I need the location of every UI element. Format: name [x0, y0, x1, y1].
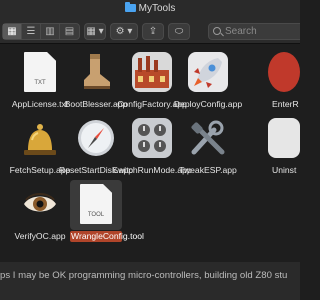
tag-button[interactable]: ⬭: [168, 23, 190, 40]
search-placeholder: Search: [225, 26, 257, 37]
switch-panel-icon: [132, 118, 172, 158]
window-title-text: MyTools: [138, 3, 176, 14]
title-bar: MyTools: [0, 0, 300, 20]
view-mode-segmented-control: ▦ ☰ ▥ ▤: [2, 23, 80, 40]
uninstall-icon: [268, 118, 300, 158]
tools-icon: [188, 118, 228, 158]
bell-icon: [20, 118, 60, 158]
file-name: EnterR: [272, 99, 299, 109]
search-icon: [213, 27, 221, 35]
file-name: DeployConfig.app: [173, 99, 243, 109]
finder-window: MyTools ▦ ☰ ▥ ▤ ▦ ▾ ⚙ ▾ ⇪ ⬭ Search TXT A…: [0, 0, 300, 262]
tool-document-icon: TOOL: [80, 184, 112, 224]
icon-view-button[interactable]: ▦: [3, 24, 22, 39]
file-name: VerifyOC.app: [14, 231, 66, 241]
compass-icon: [76, 118, 116, 158]
search-field[interactable]: Search: [208, 23, 300, 40]
red-app-icon: [268, 52, 300, 92]
rocket-icon: [188, 52, 228, 92]
file-type-tag: TXT: [34, 80, 46, 86]
text-document-icon: TXT: [24, 52, 56, 92]
file-name: Uninst: [272, 165, 297, 175]
boot-icon: [76, 52, 116, 92]
toolbar: ▦ ☰ ▥ ▤ ▦ ▾ ⚙ ▾ ⇪ ⬭ Search: [0, 20, 300, 44]
share-button[interactable]: ⇪: [142, 23, 164, 40]
window-title: MyTools: [0, 2, 300, 14]
factory-icon: [132, 52, 172, 92]
file-type-tag: TOOL: [87, 212, 105, 218]
group-by-button[interactable]: ▦ ▾: [84, 23, 106, 40]
action-menu-button[interactable]: ⚙ ▾: [110, 23, 138, 40]
file-name: TweakESP.app: [179, 165, 237, 175]
folder-icon: [124, 2, 136, 12]
gallery-view-button[interactable]: ▤: [60, 24, 79, 39]
column-view-button[interactable]: ▥: [41, 24, 60, 39]
background-text: ps I may be OK programming micro-control…: [0, 262, 300, 300]
file-name: WrangleConfig.tool: [70, 231, 144, 242]
file-grid: TXT AppLicense.txt BootBlesser.app Confi…: [0, 44, 300, 262]
eye-icon: [20, 184, 60, 224]
list-view-button[interactable]: ☰: [22, 24, 41, 39]
